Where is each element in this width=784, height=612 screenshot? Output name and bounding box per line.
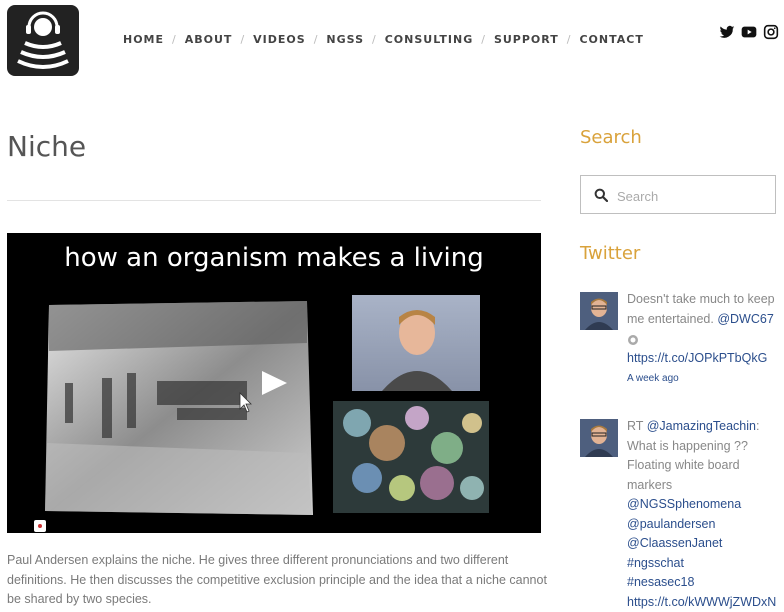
tweet-hashtag[interactable]: #nesasec18 [627, 575, 694, 589]
video-player[interactable]: how an organism makes a living [7, 233, 541, 533]
twitter-icon[interactable] [719, 24, 735, 40]
tweet-mention[interactable]: @ClaassenJanet #ngsschat [627, 536, 722, 570]
tweet-mention[interactable]: @DWC67 [717, 312, 773, 326]
search-input[interactable] [615, 184, 769, 208]
search-icon [594, 188, 608, 202]
avatar[interactable] [580, 419, 618, 457]
divider [7, 200, 541, 201]
nav-consulting[interactable]: CONSULTING [385, 33, 474, 46]
search-field[interactable] [580, 175, 776, 214]
avatar[interactable] [580, 292, 618, 330]
video-thumbnail [34, 295, 489, 532]
nav-contact[interactable]: CONTACT [579, 33, 643, 46]
tweet-time[interactable]: A week ago [627, 373, 679, 384]
tweet-mention[interactable]: @JamazingTeachin [647, 419, 756, 433]
tweet-mention[interactable]: @NGSSphenomena [627, 497, 741, 511]
instagram-icon[interactable] [763, 24, 779, 40]
tweet-link[interactable]: https://t.co/kWWWjZWDxN [627, 595, 776, 609]
tweet-mention[interactable]: @paulandersen [627, 517, 715, 531]
youtube-icon[interactable] [741, 24, 757, 40]
social-links [719, 24, 779, 40]
site-logo[interactable] [7, 5, 79, 76]
video-description: Paul Andersen explains the niche. He giv… [7, 553, 547, 606]
nav-videos[interactable]: VIDEOS [253, 33, 306, 46]
page-title: Niche [7, 130, 87, 163]
search-heading: Search [580, 127, 642, 148]
nav-ngss[interactable]: NGSS [326, 33, 364, 46]
nav-about[interactable]: ABOUT [185, 33, 233, 46]
emoji-icon [627, 333, 639, 345]
tweet-text: RT @JamazingTeachin: What is happening ?… [627, 419, 777, 609]
main-nav: HOME / ABOUT / VIDEOS / NGSS / CONSULTIN… [123, 33, 644, 46]
twitter-heading: Twitter [580, 243, 641, 264]
nav-home[interactable]: HOME [123, 33, 164, 46]
tweet-text: Doesn't take much to keep me entertained… [627, 292, 775, 384]
tweet-link[interactable]: https://t.co/JOPkPTbQkG [627, 351, 767, 365]
nav-support[interactable]: SUPPORT [494, 33, 559, 46]
